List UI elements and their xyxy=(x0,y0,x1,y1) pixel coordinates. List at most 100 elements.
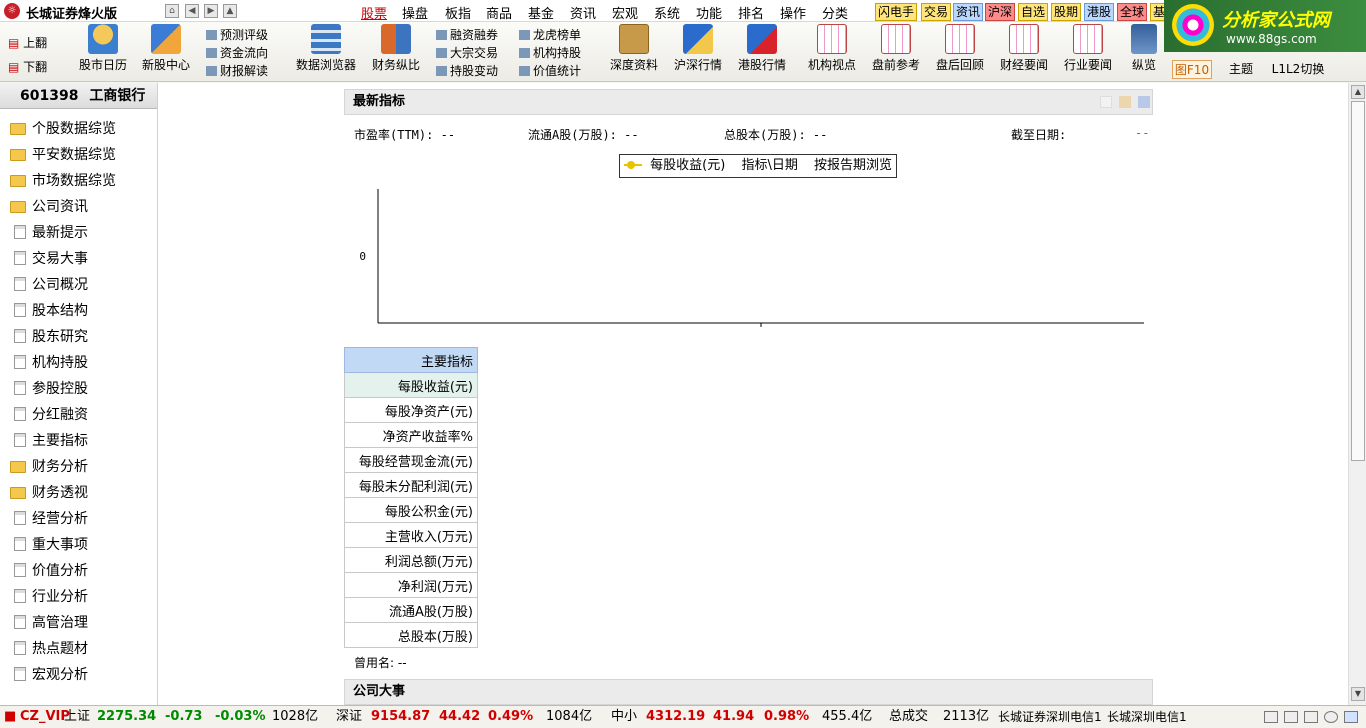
menu-function[interactable]: 功能 xyxy=(696,3,722,22)
sidebar-item[interactable]: 平安数据综览 xyxy=(10,143,116,167)
quick-flash-trade-button[interactable]: 闪电手 xyxy=(875,3,918,21)
table-row[interactable]: 每股未分配利润(元) xyxy=(344,472,478,498)
sidebar-item[interactable]: 宏观分析 xyxy=(10,663,88,687)
menu-fund[interactable]: 基金 xyxy=(528,3,554,22)
forward-icon[interactable]: ▶ xyxy=(204,4,218,18)
tool-deep-data[interactable]: 深度资料 xyxy=(608,24,660,73)
lock-icon[interactable] xyxy=(1324,711,1338,723)
menu-trading[interactable]: 操盘 xyxy=(402,3,428,22)
tool-institution-view[interactable]: 机构视点 xyxy=(806,24,858,73)
sidebar-item[interactable]: 交易大事 xyxy=(10,247,88,271)
mail-icon[interactable] xyxy=(1284,711,1298,723)
tool-l1l2-switch[interactable]: L1L2切换 xyxy=(1268,60,1328,77)
finance-compare-icon xyxy=(381,24,411,54)
menu-commodity[interactable]: 商品 xyxy=(486,3,512,22)
tool-new-stock-center[interactable]: 新股中心 xyxy=(141,24,191,73)
table-row[interactable]: 每股公积金(元) xyxy=(344,497,478,523)
sidebar-item[interactable]: 热点题材 xyxy=(10,637,88,661)
tool-market-calendar[interactable]: 股市日历 xyxy=(78,24,128,73)
browse-by-period-link[interactable]: 按报告期浏览 xyxy=(814,158,892,173)
sidebar-item[interactable]: 公司概况 xyxy=(10,273,88,297)
menu-ranking[interactable]: 排名 xyxy=(738,3,764,22)
sidebar-item[interactable]: 公司资讯 xyxy=(10,195,88,219)
sidebar-item[interactable]: 分红融资 xyxy=(10,403,88,427)
table-row[interactable]: 每股收益(元) xyxy=(344,372,478,398)
table-row[interactable]: 主营收入(万元) xyxy=(344,522,478,548)
theme-white-swatch[interactable] xyxy=(1100,96,1112,108)
sidebar-item[interactable]: 价值分析 xyxy=(10,559,88,583)
sidebar-item[interactable]: 最新提示 xyxy=(10,221,88,245)
tool-finance-news[interactable]: 财经要闻 xyxy=(998,24,1050,73)
sidebar-item-label: 公司概况 xyxy=(32,277,88,293)
theme-tan-swatch[interactable] xyxy=(1119,96,1131,108)
table-row[interactable]: 净资产收益率% xyxy=(344,422,478,448)
tool-capital-flow[interactable]: 资金流向 xyxy=(206,44,268,61)
chart-legend[interactable]: 每股收益(元) 指标\日期 按报告期浏览 xyxy=(619,154,897,178)
tool-margin-trading[interactable]: 融资融券 xyxy=(436,26,498,43)
menu-stock[interactable]: 股票 xyxy=(361,3,387,22)
message-icon[interactable] xyxy=(1264,711,1278,723)
menu-category[interactable]: 分类 xyxy=(822,3,848,22)
home-icon[interactable]: ⌂ xyxy=(165,4,179,18)
tool-forecast-rating[interactable]: 预测评级 xyxy=(206,26,268,43)
sidebar-item[interactable]: 行业分析 xyxy=(10,585,88,609)
tool-graphic-f10[interactable]: 图F10 xyxy=(1172,60,1212,79)
menu-system[interactable]: 系统 xyxy=(654,3,680,22)
tool-theme[interactable]: 主题 xyxy=(1224,60,1258,77)
vertical-scrollbar[interactable]: ▲ ▼ xyxy=(1348,83,1366,705)
sidebar-item[interactable]: 机构持股 xyxy=(10,351,88,375)
tool-finance-compare[interactable]: 财务纵比 xyxy=(370,24,422,73)
quick-trade-button[interactable]: 交易 xyxy=(921,3,952,21)
menu-macro[interactable]: 宏观 xyxy=(612,3,638,22)
tool-postmarket-review[interactable]: 盘后回顾 xyxy=(934,24,986,73)
tool-value-stats[interactable]: 价值统计 xyxy=(519,62,581,79)
tool-data-browser[interactable]: 数据浏览器 xyxy=(295,24,357,73)
sidebar-item[interactable]: 高管治理 xyxy=(10,611,88,635)
tool-overview[interactable]: 纵览 xyxy=(1124,24,1164,73)
network-status-icon[interactable] xyxy=(1344,711,1358,723)
sidebar-item[interactable]: 个股数据综览 xyxy=(10,117,116,141)
sidebar-item[interactable]: 市场数据综览 xyxy=(10,169,116,193)
table-row[interactable]: 利润总额(万元) xyxy=(344,547,478,573)
menu-sector-index[interactable]: 板指 xyxy=(445,3,471,22)
sidebar-item[interactable]: 重大事项 xyxy=(10,533,88,557)
sidebar-item[interactable]: 股本结构 xyxy=(10,299,88,323)
scroll-thumb[interactable] xyxy=(1351,101,1365,461)
theme-blue-swatch[interactable] xyxy=(1138,96,1150,108)
quick-global-button[interactable]: 全球 xyxy=(1117,3,1148,21)
sidebar-item[interactable]: 主要指标 xyxy=(10,429,88,453)
quick-news-button[interactable]: 资讯 xyxy=(953,3,984,21)
quick-watchlist-button[interactable]: 自选 xyxy=(1018,3,1049,21)
tool-block-trade[interactable]: 大宗交易 xyxy=(436,44,498,61)
table-row[interactable]: 净利润(万元) xyxy=(344,572,478,598)
tool-dragon-tiger-list[interactable]: 龙虎榜单 xyxy=(519,26,581,43)
up-icon[interactable]: ▲ xyxy=(223,4,237,18)
menu-operation[interactable]: 操作 xyxy=(780,3,806,22)
quick-futures-button[interactable]: 股期 xyxy=(1051,3,1082,21)
sidebar-item[interactable]: 股东研究 xyxy=(10,325,88,349)
menu-news[interactable]: 资讯 xyxy=(570,3,596,22)
table-row[interactable]: 总股本(万股) xyxy=(344,622,478,648)
sidebar-item[interactable]: 经营分析 xyxy=(10,507,88,531)
settings-icon[interactable] xyxy=(1304,711,1318,723)
sidebar-item[interactable]: 财务分析 xyxy=(10,455,88,479)
tool-institution-holdings[interactable]: 机构持股 xyxy=(519,44,581,61)
tool-premarket-reference[interactable]: 盘前参考 xyxy=(870,24,922,73)
table-row[interactable]: 每股经营现金流(元) xyxy=(344,447,478,473)
scroll-down-arrow-icon[interactable]: ▼ xyxy=(1351,687,1365,701)
tool-industry-news[interactable]: 行业要闻 xyxy=(1062,24,1114,73)
tool-report-interpret[interactable]: 财报解读 xyxy=(206,62,268,79)
table-row[interactable]: 每股净资产(元) xyxy=(344,397,478,423)
sidebar-item[interactable]: 参股控股 xyxy=(10,377,88,401)
page-down-button[interactable]: ▤ 下翻 xyxy=(8,58,47,75)
quick-sh-sz-button[interactable]: 沪深 xyxy=(985,3,1016,21)
scroll-up-arrow-icon[interactable]: ▲ xyxy=(1351,85,1365,99)
quick-hk-button[interactable]: 港股 xyxy=(1084,3,1115,21)
sidebar-item[interactable]: 财务透视 xyxy=(10,481,88,505)
tool-hk-quote[interactable]: 港股行情 xyxy=(736,24,788,73)
table-row[interactable]: 流通A股(万股) xyxy=(344,597,478,623)
page-up-button[interactable]: ▤ 上翻 xyxy=(8,34,47,51)
tool-holding-change[interactable]: 持股变动 xyxy=(436,62,498,79)
tool-sh-sz-quote[interactable]: 沪深行情 xyxy=(672,24,724,73)
back-icon[interactable]: ◀ xyxy=(185,4,199,18)
